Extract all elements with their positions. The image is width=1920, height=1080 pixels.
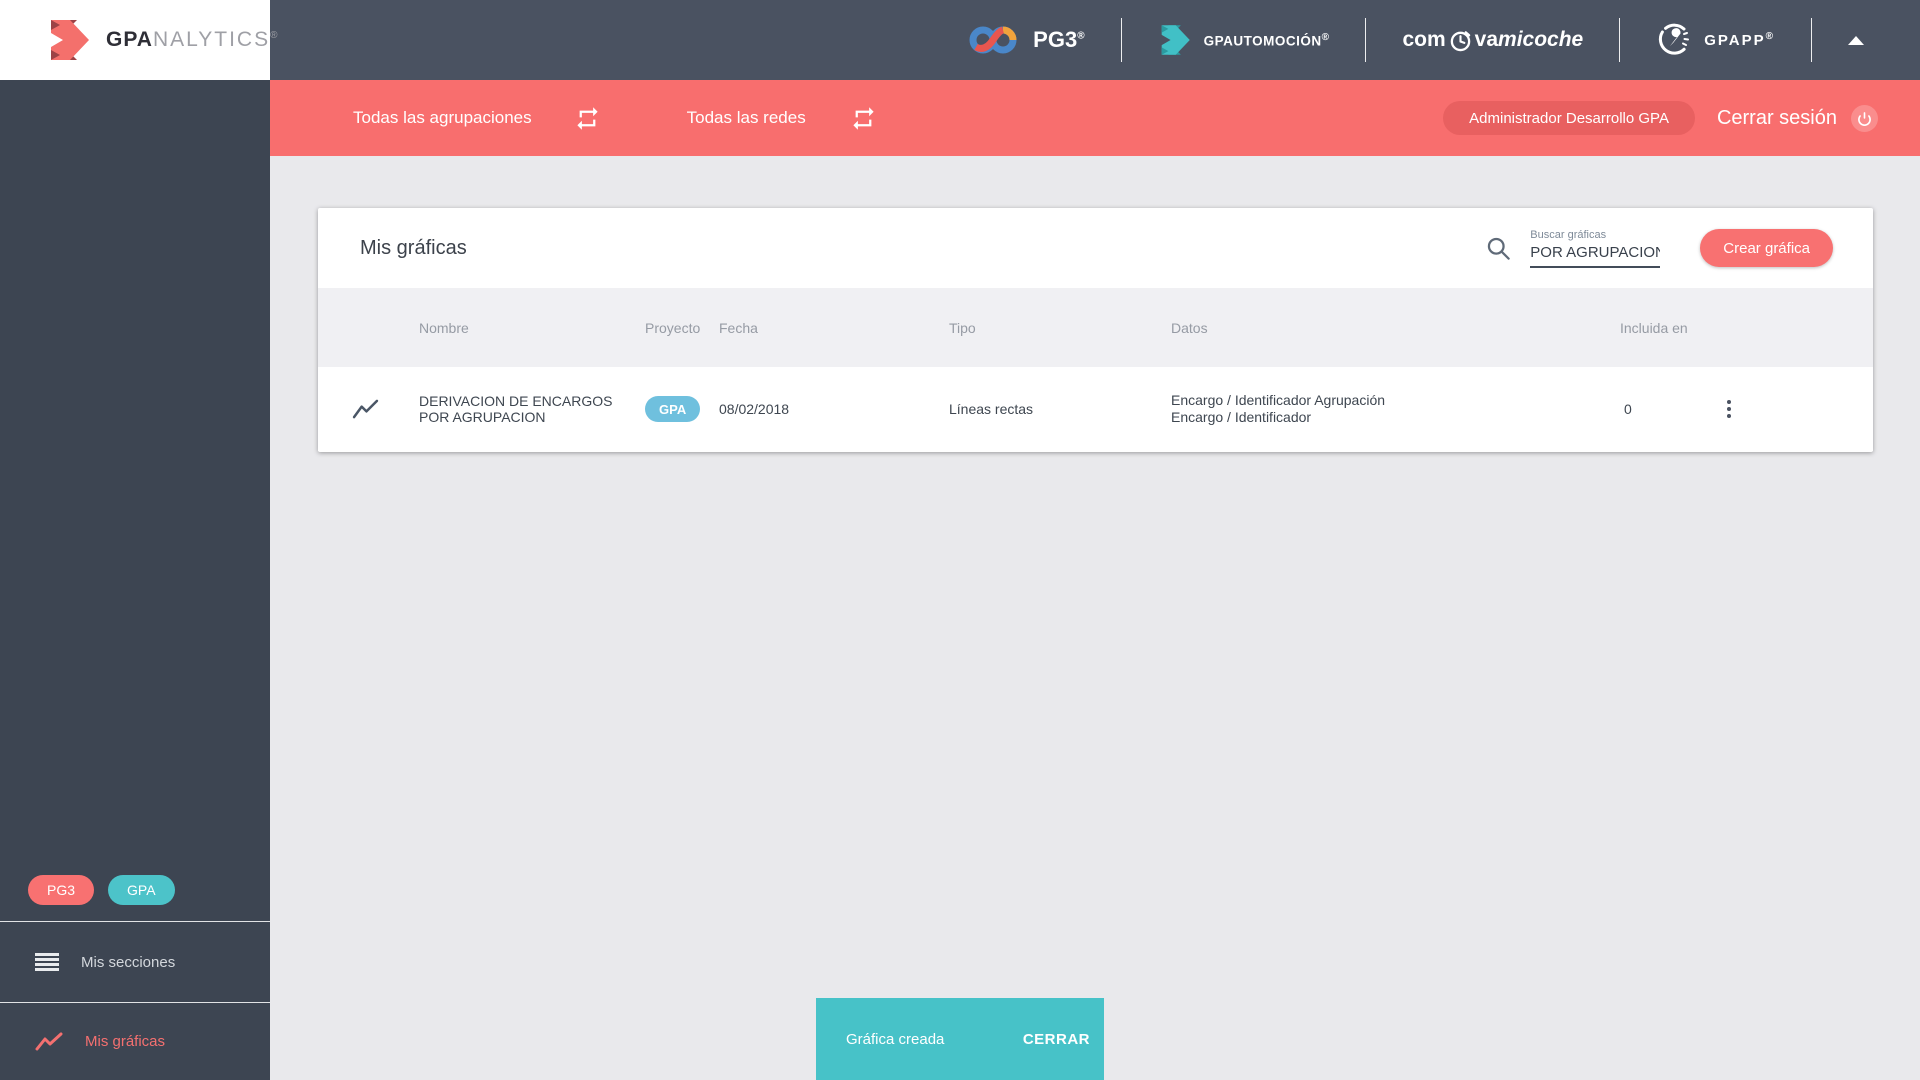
search-field-label: Buscar gráficas bbox=[1530, 228, 1607, 241]
gpapp-logo-text: GPAPP® bbox=[1704, 31, 1775, 49]
sidebar-item-mis-secciones[interactable]: Mis secciones bbox=[0, 922, 270, 1003]
brand-logo-text: GPANALYTICS® bbox=[106, 28, 279, 51]
sidebar-badge-pg3[interactable]: PG3 bbox=[28, 874, 95, 905]
row-project-cell: GPA bbox=[645, 396, 719, 422]
swap-redes-icon[interactable] bbox=[850, 105, 877, 132]
row-data-line2: Encargo / Identificador bbox=[1171, 409, 1312, 425]
charts-card: Mis gráficas Buscar gráficas Crear gráfi… bbox=[318, 208, 1873, 452]
gpautomocion-logo: GPAUTOMOCIÓN® bbox=[1158, 24, 1330, 56]
row-kebab-menu-icon[interactable] bbox=[1720, 400, 1738, 418]
session-controls: Administrador Desarrollo GPA Cerrar sesi… bbox=[1443, 101, 1878, 135]
col-header-proyecto: Proyecto bbox=[645, 319, 701, 336]
power-icon[interactable] bbox=[1851, 104, 1878, 132]
row-chart-type-icon bbox=[318, 399, 419, 420]
gpanalytics-arrow-icon bbox=[46, 19, 92, 61]
pg3-infinity-icon bbox=[967, 22, 1021, 58]
gpapp-logo: GPAPP® bbox=[1656, 22, 1775, 58]
current-user-pill[interactable]: Administrador Desarrollo GPA bbox=[1443, 101, 1695, 135]
snackbar-message: Gráfica creada bbox=[846, 1030, 945, 1048]
comvamicoche-logo: com vamicoche bbox=[1402, 28, 1583, 52]
snackbar: Gráfica creada CERRAR bbox=[816, 998, 1104, 1080]
sidebar-item-label: Mis gráficas bbox=[85, 1033, 166, 1050]
top-header: PG3® GPAUTOMOCIÓN® com vamicoche GPAPP® bbox=[270, 0, 1920, 80]
snackbar-close-button[interactable]: CERRAR bbox=[1023, 1031, 1090, 1048]
page-title: Mis gráficas bbox=[360, 236, 467, 259]
card-header: Mis gráficas Buscar gráficas Crear gráfi… bbox=[318, 208, 1873, 288]
row-data-line1: Encargo / Identificador Agrupación bbox=[1171, 392, 1386, 408]
comvamicoche-logo-text: com vamicoche bbox=[1402, 28, 1584, 52]
row-included-count: 0 bbox=[1624, 401, 1632, 417]
row-date: 08/02/2018 bbox=[719, 401, 790, 417]
project-badge: GPA bbox=[645, 396, 701, 422]
redes-filter-label[interactable]: Todas las redes bbox=[687, 108, 806, 128]
logout-button[interactable]: Cerrar sesión bbox=[1717, 107, 1837, 130]
col-header-datos: Datos bbox=[1171, 319, 1208, 336]
search-icon[interactable] bbox=[1485, 235, 1512, 262]
row-type: Líneas rectas bbox=[949, 401, 1034, 417]
row-data-fields: Encargo / Identificador Agrupación Encar… bbox=[1171, 392, 1614, 426]
current-user-label: Administrador Desarrollo GPA bbox=[1469, 109, 1669, 127]
agrupaciones-filter-label[interactable]: Todas las agrupaciones bbox=[353, 108, 532, 128]
sidebar: PG3 GPA Mis secciones Mis gráficas bbox=[0, 80, 270, 1080]
header-divider bbox=[1619, 18, 1621, 62]
col-header-tipo: Tipo bbox=[949, 319, 976, 336]
header-divider bbox=[1365, 18, 1367, 62]
header-divider bbox=[1120, 18, 1122, 62]
swap-agrupaciones-icon[interactable] bbox=[574, 105, 601, 132]
row-actions-cell bbox=[1720, 400, 1873, 418]
pg3-logo: PG3® bbox=[967, 22, 1085, 58]
line-chart-icon bbox=[35, 1032, 63, 1052]
sidebar-badges: PG3 GPA bbox=[0, 858, 270, 922]
sidebar-badge-gpa[interactable]: GPA bbox=[108, 874, 175, 905]
col-header-fecha: Fecha bbox=[719, 319, 758, 336]
sidebar-item-mis-graficas[interactable]: Mis gráficas bbox=[0, 1003, 270, 1080]
card-actions: Buscar gráficas Crear gráfica bbox=[1485, 229, 1833, 268]
col-header-nombre: Nombre bbox=[419, 319, 469, 336]
brand-logo-box: GPANALYTICS® bbox=[0, 0, 277, 80]
search-input[interactable] bbox=[1530, 243, 1661, 268]
filter-bar: Todas las agrupaciones Todas las redes A… bbox=[270, 80, 1920, 156]
sidebar-item-label: Mis secciones bbox=[81, 953, 176, 971]
gpapp-wrench-icon bbox=[1656, 22, 1692, 58]
menu-lines-icon bbox=[35, 953, 59, 971]
collapse-header-caret-icon[interactable] bbox=[1848, 35, 1864, 45]
table-header-row: Nombre Proyecto Fecha Tipo Datos Incluid… bbox=[318, 288, 1873, 367]
gpautomocion-arrow-icon bbox=[1158, 24, 1192, 56]
clock-icon bbox=[1449, 29, 1472, 52]
search-field: Buscar gráficas bbox=[1530, 228, 1661, 268]
gpautomocion-logo-text: GPAUTOMOCIÓN® bbox=[1203, 31, 1330, 49]
table-row[interactable]: DERIVACION DE ENCARGOS POR AGRUPACION GP… bbox=[318, 367, 1873, 451]
app-root: GPANALYTICS® PG3 GPA Mis secciones Mis g… bbox=[0, 0, 1920, 1080]
pg3-logo-text: PG3® bbox=[1033, 27, 1085, 52]
row-name: DERIVACION DE ENCARGOS POR AGRUPACION bbox=[419, 393, 613, 425]
create-chart-button[interactable]: Crear gráfica bbox=[1700, 229, 1833, 267]
col-header-incluida-en: Incluida en bbox=[1620, 319, 1688, 336]
header-divider bbox=[1811, 18, 1812, 62]
